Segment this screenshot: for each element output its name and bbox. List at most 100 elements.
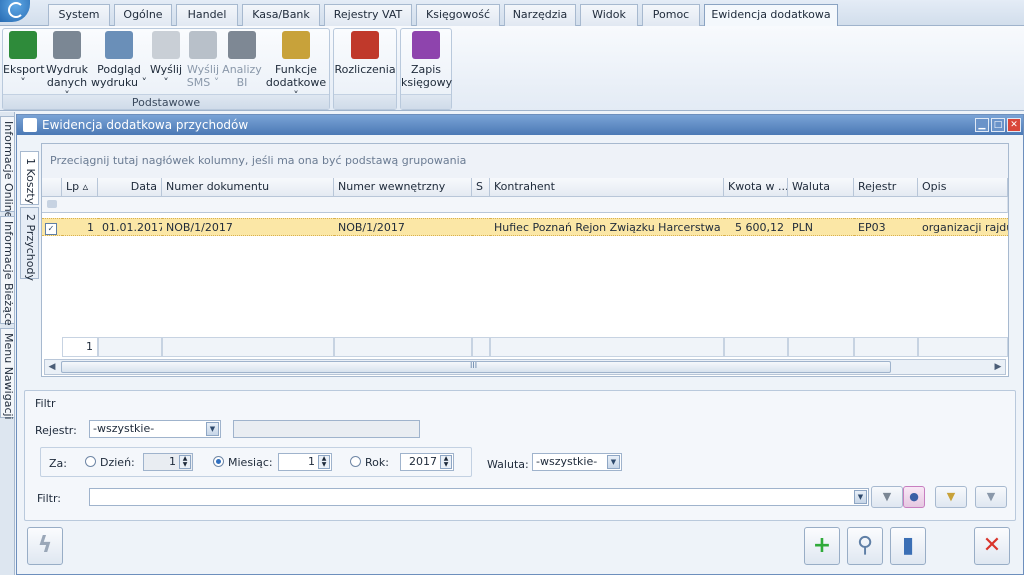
edit-button[interactable]: ⚲ bbox=[847, 527, 883, 565]
analytics-icon bbox=[228, 31, 256, 59]
cell-numer-wewnetrzny[interactable]: NOB/1/2017 bbox=[334, 218, 472, 236]
row-count-footer: 1 bbox=[62, 337, 98, 357]
app-logo-icon[interactable] bbox=[0, 0, 30, 22]
column-header-numer-wewnetrzny[interactable]: Numer wewnętrzny bbox=[334, 178, 472, 197]
chevron-down-icon[interactable]: ▼ bbox=[607, 455, 620, 469]
column-header-kwota[interactable]: Kwota w ... bbox=[724, 178, 788, 197]
column-header-lp[interactable]: Lp ▵ bbox=[62, 178, 98, 197]
column-header-s[interactable]: S bbox=[472, 178, 490, 197]
filter-panel: Filtr Rejestr: -wszystkie- ▼ Za: Dzień: … bbox=[24, 390, 1016, 521]
ribbon-group-accounting: Zapis księgowy bbox=[400, 28, 452, 110]
tab-ksiegowosc[interactable]: Księgowość bbox=[416, 4, 500, 26]
column-label: Lp bbox=[66, 180, 80, 193]
filter-constructor-button[interactable]: ● bbox=[903, 486, 925, 508]
side-tab-informacje-online[interactable]: Informacje Online bbox=[0, 116, 15, 218]
row-select-checkbox[interactable]: ✓ bbox=[42, 218, 62, 236]
print-data-label: Wydruk bbox=[45, 63, 89, 76]
tab-koszty[interactable]: 1 Koszty bbox=[20, 151, 39, 205]
spinner-icon[interactable]: ▲ ▼ bbox=[318, 455, 330, 469]
column-header-numer-dokumentu[interactable]: Numer dokumentu bbox=[162, 178, 334, 197]
chevron-down-icon[interactable]: ▼ bbox=[854, 490, 867, 504]
column-header-opis[interactable]: Opis bbox=[918, 178, 1008, 197]
analytics-label-2: BI bbox=[236, 76, 248, 89]
side-tab-informacje-biezace[interactable]: Informacje Bieżące bbox=[0, 216, 15, 326]
scrollbar-thumb[interactable]: III bbox=[61, 361, 891, 373]
accounting-entry-label-2: księgowy bbox=[401, 76, 453, 89]
tab-kasa-bank[interactable]: Kasa/Bank bbox=[242, 4, 320, 26]
miesiac-stepper[interactable]: 1 ▲ ▼ bbox=[278, 453, 332, 471]
export-button[interactable]: Eksport ˅ bbox=[3, 31, 45, 89]
dzien-stepper[interactable]: 1 ▲ ▼ bbox=[143, 453, 193, 471]
tab-ogolne[interactable]: Ogólne bbox=[114, 4, 172, 26]
reset-filter-button[interactable]: ▼ bbox=[975, 486, 1007, 508]
cell-s[interactable] bbox=[472, 218, 490, 236]
close-window-icon[interactable]: ✕ bbox=[1007, 118, 1021, 132]
send-sms-button[interactable]: Wyślij SMS ˅ bbox=[185, 31, 221, 89]
print-preview-label: Podgląd bbox=[97, 63, 141, 76]
sort-ascending-icon: ▵ bbox=[82, 180, 89, 193]
cell-waluta[interactable]: PLN bbox=[788, 218, 854, 236]
column-header-data[interactable]: Data bbox=[98, 178, 162, 197]
scroll-right-icon[interactable]: ▶ bbox=[991, 360, 1005, 374]
tab-przychody[interactable]: 2 Przychody bbox=[20, 207, 39, 281]
tab-widok[interactable]: Widok bbox=[580, 4, 638, 26]
tab-handel[interactable]: Handel bbox=[176, 4, 238, 26]
cell-data[interactable]: 01.01.2017 bbox=[98, 218, 162, 236]
send-button[interactable]: Wyślij ˅ bbox=[147, 31, 185, 89]
chevron-down-icon[interactable]: ▼ bbox=[206, 422, 219, 436]
tab-pomoc[interactable]: Pomoc bbox=[642, 4, 700, 26]
radio-rok[interactable] bbox=[350, 456, 361, 467]
cell-lp[interactable]: 1 bbox=[62, 218, 98, 236]
accounting-entry-button[interactable]: Zapis księgowy bbox=[401, 31, 453, 89]
filtr-input[interactable]: ▼ bbox=[89, 488, 869, 506]
extra-functions-button[interactable]: Funkcje dodatkowe ˅ bbox=[263, 31, 329, 102]
radio-miesiac[interactable] bbox=[213, 456, 224, 467]
column-header-waluta[interactable]: Waluta bbox=[788, 178, 854, 197]
lightning-button[interactable]: ϟ bbox=[27, 527, 63, 565]
side-tab-label: Menu Nawigacji bbox=[2, 333, 15, 420]
cell-kwota[interactable]: 5 600,12 bbox=[724, 218, 788, 236]
settlements-button[interactable]: Rozliczenia bbox=[334, 31, 396, 76]
cell-opis[interactable]: organizacji rajdu bbox=[918, 218, 1008, 236]
send-sms-label-2: SMS ˅ bbox=[186, 76, 220, 89]
maximize-icon[interactable]: □ bbox=[991, 118, 1005, 132]
dzien-value: 1 bbox=[169, 455, 176, 468]
spinner-icon[interactable]: ▲ ▼ bbox=[440, 455, 452, 469]
column-header-rejestr[interactable]: Rejestr bbox=[854, 178, 918, 197]
spinner-icon[interactable]: ▲ ▼ bbox=[179, 455, 191, 469]
footer-cell bbox=[724, 337, 788, 357]
tab-rejestry-vat[interactable]: Rejestry VAT bbox=[324, 4, 412, 26]
books-icon bbox=[412, 31, 440, 59]
rok-stepper[interactable]: 2017 ▲ ▼ bbox=[400, 453, 454, 471]
window-titlebar[interactable]: Ewidencja dodatkowa przychodów ▁ □ ✕ bbox=[17, 115, 1023, 135]
filter-row[interactable] bbox=[42, 197, 1008, 213]
cell-kontrahent[interactable]: Hufiec Poznań Rejon Związku Harcerstwa bbox=[490, 218, 724, 236]
print-data-button[interactable]: Wydruk danych ˅ bbox=[43, 31, 91, 102]
cell-numer-dokumentu[interactable]: NOB/1/2017 bbox=[162, 218, 334, 236]
funnel-reset-icon: ▼ bbox=[986, 490, 996, 503]
waluta-select[interactable]: -wszystkie- ▼ bbox=[532, 453, 622, 471]
group-by-hint[interactable]: Przeciągnij tutaj nagłówek kolumny, jeśl… bbox=[42, 144, 1008, 178]
minimize-icon[interactable]: ▁ bbox=[975, 118, 989, 132]
scroll-left-icon[interactable]: ◀ bbox=[45, 360, 59, 374]
row-selector-header bbox=[42, 178, 62, 197]
tab-ewidencja-dodatkowa[interactable]: Ewidencja dodatkowa bbox=[704, 4, 838, 27]
tab-system[interactable]: System bbox=[48, 4, 110, 26]
tab-narzedzia[interactable]: Narzędzia bbox=[504, 4, 576, 26]
extra-functions-label: Funkcje bbox=[275, 63, 317, 76]
analytics-bi-button[interactable]: Analizy BI bbox=[221, 31, 263, 89]
clear-filter-button[interactable]: ▼ bbox=[935, 486, 967, 508]
sms-icon bbox=[189, 31, 217, 59]
cell-rejestr[interactable]: EP03 bbox=[854, 218, 918, 236]
rejestr-select[interactable]: -wszystkie- ▼ bbox=[89, 420, 221, 438]
print-preview-button[interactable]: Podgląd wydruku ˅ bbox=[91, 31, 147, 89]
column-header-kontrahent[interactable]: Kontrahent bbox=[490, 178, 724, 197]
apply-filter-button[interactable]: ▼ bbox=[871, 486, 903, 508]
documents-grid: Przeciągnij tutaj nagłówek kolumny, jeśl… bbox=[41, 143, 1009, 377]
radio-dzien[interactable] bbox=[85, 456, 96, 467]
delete-button[interactable]: ▮ bbox=[890, 527, 926, 565]
side-tab-menu-nawigacji[interactable]: Menu Nawigacji bbox=[0, 328, 15, 420]
horizontal-scrollbar[interactable]: ◀ III ▶ bbox=[44, 359, 1006, 375]
close-button[interactable]: ✕ bbox=[974, 527, 1010, 565]
add-button[interactable]: + bbox=[804, 527, 840, 565]
